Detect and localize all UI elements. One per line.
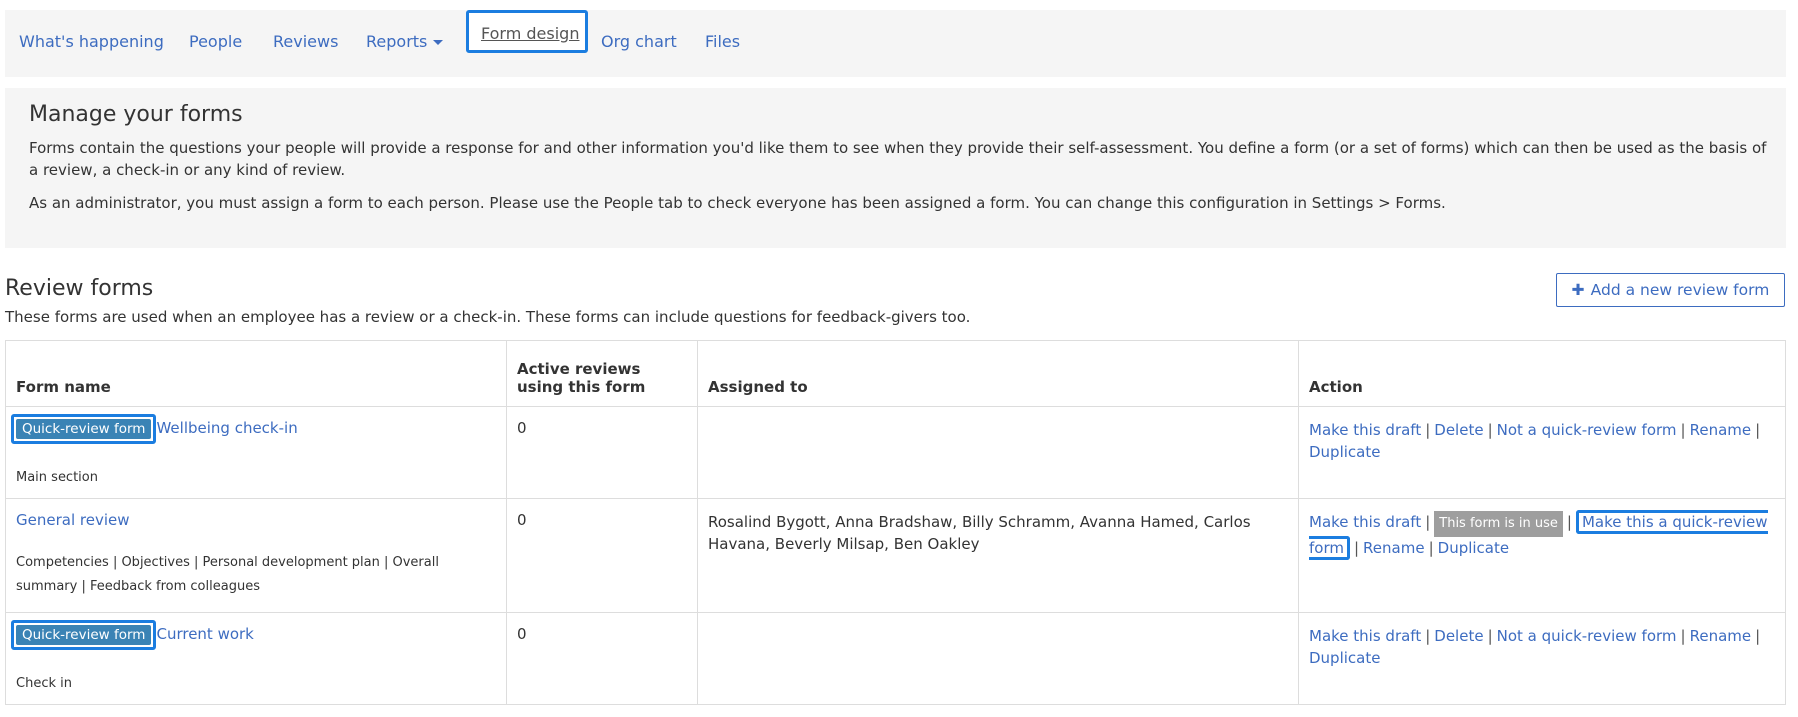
- separator: |: [1487, 627, 1493, 645]
- separator: |: [1680, 627, 1686, 645]
- separator: |: [1566, 513, 1572, 531]
- intro-paragraph-1: Forms contain the questions your people …: [29, 139, 1767, 179]
- separator: |: [1680, 421, 1686, 439]
- nav-whats-happening[interactable]: What's happening: [19, 32, 164, 51]
- review-forms-title: Review forms: [5, 276, 154, 301]
- nav-files[interactable]: Files: [705, 32, 740, 51]
- separator: |: [1755, 627, 1761, 645]
- nav-reports-label: Reports: [366, 32, 428, 51]
- active-reviews-cell: 0: [506, 406, 698, 499]
- duplicate-link[interactable]: Duplicate: [1309, 443, 1380, 461]
- duplicate-link[interactable]: Duplicate: [1309, 649, 1380, 667]
- active-reviews-cell: 0: [506, 612, 698, 705]
- actions-cell: Make this draft | Delete | Not a quick-revie…: [1298, 406, 1786, 499]
- form-name-link[interactable]: Wellbeing check-in: [156, 419, 297, 437]
- actions-cell: Make this draft | Delete | Not a quick-revie…: [1298, 612, 1786, 705]
- form-name-cell: Quick-review form Current work Check in: [5, 612, 507, 705]
- review-forms-description: These forms are used when an employee ha…: [5, 308, 971, 326]
- nav-reports[interactable]: Reports: [366, 32, 444, 51]
- separator: |: [1487, 421, 1493, 439]
- form-sections: Main section: [16, 470, 98, 485]
- rename-link[interactable]: Rename: [1363, 539, 1425, 557]
- intro-panel: Manage your forms Forms contain the ques…: [5, 88, 1786, 248]
- make-draft-link[interactable]: Make this draft: [1309, 627, 1421, 645]
- nav-reviews[interactable]: Reviews: [273, 32, 338, 51]
- quick-review-badge[interactable]: Quick-review form: [16, 419, 152, 439]
- make-draft-link[interactable]: Make this draft: [1309, 421, 1421, 439]
- separator: |: [1755, 421, 1761, 439]
- nav-people[interactable]: People: [189, 32, 242, 51]
- table-row: General review Competencies | Objectives…: [5, 498, 1786, 613]
- nav-form-design[interactable]: Form design: [466, 10, 588, 53]
- delete-link[interactable]: Delete: [1434, 627, 1483, 645]
- header-assigned-to: Assigned to: [697, 340, 1299, 407]
- quick-review-badge[interactable]: Quick-review form: [16, 625, 152, 645]
- in-use-badge: This form is in use: [1434, 511, 1563, 537]
- duplicate-link[interactable]: Duplicate: [1438, 539, 1509, 557]
- chevron-down-icon: [433, 40, 444, 45]
- review-forms-table: Form name Active reviews using this form…: [5, 340, 1786, 705]
- assigned-to-cell: Rosalind Bygott, Anna Bradshaw, Billy Sc…: [697, 498, 1299, 613]
- header-active-reviews: Active reviews using this form: [506, 340, 698, 407]
- not-quick-review-link[interactable]: Not a quick-review form: [1497, 627, 1677, 645]
- form-name-cell: General review Competencies | Objectives…: [5, 498, 507, 613]
- form-name-link[interactable]: General review: [16, 511, 130, 529]
- active-reviews-cell: 0: [506, 498, 698, 613]
- plus-icon: ✚: [1571, 281, 1585, 299]
- table-row: Quick-review form Current work Check in 0…: [5, 612, 1786, 705]
- add-review-form-button[interactable]: ✚ Add a new review form: [1556, 273, 1785, 307]
- form-name-link[interactable]: Current work: [156, 625, 253, 643]
- separator: |: [1425, 627, 1431, 645]
- separator: |: [1425, 421, 1431, 439]
- assigned-to-cell: [697, 406, 1299, 499]
- separator: |: [1428, 539, 1434, 557]
- table-row: Quick-review form Wellbeing check-in Main…: [5, 406, 1786, 499]
- quick-review-badge-wrapper: Quick-review form: [11, 620, 157, 650]
- make-draft-link[interactable]: Make this draft: [1309, 513, 1421, 531]
- delete-link[interactable]: Delete: [1434, 421, 1483, 439]
- table-header-row: Form name Active reviews using this form…: [5, 340, 1786, 407]
- form-sections: Competencies | Objectives | Personal dev…: [16, 555, 439, 594]
- header-action: Action: [1298, 340, 1786, 407]
- rename-link[interactable]: Rename: [1690, 421, 1752, 439]
- header-form-name: Form name: [5, 340, 507, 407]
- top-nav: What's happening People Reviews Reports …: [5, 10, 1786, 77]
- form-name-cell: Quick-review form Wellbeing check-in Main…: [5, 406, 507, 499]
- separator: |: [1425, 513, 1431, 531]
- add-review-form-label: Add a new review form: [1590, 281, 1770, 299]
- nav-org-chart[interactable]: Org chart: [601, 32, 677, 51]
- nav-form-design-label: Form design: [481, 24, 580, 43]
- rename-link[interactable]: Rename: [1690, 627, 1752, 645]
- actions-cell: Make this draft | This form is in use | Make…: [1298, 498, 1786, 613]
- assigned-to-cell: [697, 612, 1299, 705]
- not-quick-review-link[interactable]: Not a quick-review form: [1497, 421, 1677, 439]
- separator: |: [1353, 539, 1360, 557]
- quick-review-badge-wrapper: Quick-review form: [11, 414, 157, 444]
- intro-paragraph-2: As an administrator, you must assign a f…: [29, 194, 1446, 212]
- form-sections: Check in: [16, 676, 72, 691]
- page-title: Manage your forms: [29, 102, 243, 127]
